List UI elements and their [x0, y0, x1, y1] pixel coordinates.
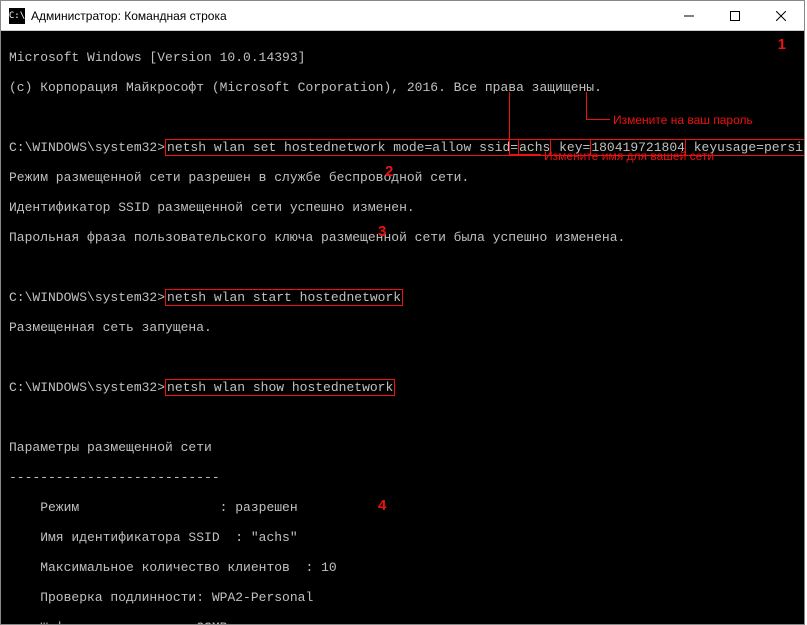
cmd3-highlight: netsh wlan show hostednetwork	[165, 379, 395, 396]
annotation-1: 1	[778, 37, 786, 52]
param-value: CCMP	[196, 620, 227, 624]
blank-line	[9, 350, 796, 365]
section-underline: ---------------------------	[9, 470, 796, 485]
connector-line	[509, 92, 510, 154]
param-value: разрешен	[235, 500, 297, 515]
blank-line	[9, 260, 796, 275]
cmd-line-2: C:\WINDOWS\system32>netsh wlan start hos…	[9, 290, 796, 305]
maximize-button[interactable]	[712, 1, 758, 30]
prompt: C:\WINDOWS\system32>	[9, 290, 165, 305]
param-row: Шифр: CCMP	[9, 620, 796, 624]
prompt: C:\WINDOWS\system32>	[9, 380, 165, 395]
annotation-4: 4	[378, 498, 386, 513]
prompt: C:\WINDOWS\system32>	[9, 140, 165, 155]
copyright-line: (c) Корпорация Майкрософт (Microsoft Cor…	[9, 80, 796, 95]
close-icon	[776, 11, 786, 21]
cmd-icon: C:\	[9, 8, 25, 24]
annotation-3: 3	[378, 224, 386, 239]
cmd-window: C:\ Администратор: Командная строка Micr…	[0, 0, 805, 625]
titlebar[interactable]: C:\ Администратор: Командная строка	[1, 1, 804, 31]
annotation-ssid-label: Измените имя для вашей сети	[544, 149, 714, 164]
blank-line	[9, 410, 796, 425]
section-header: Параметры размещенной сети	[9, 440, 796, 455]
maximize-icon	[730, 11, 740, 21]
param-row: Максимальное количество клиентов : 10	[9, 560, 796, 575]
connector-line	[586, 119, 610, 120]
connector-line	[586, 92, 587, 119]
terminal-output[interactable]: Microsoft Windows [Version 10.0.14393] (…	[1, 31, 804, 624]
param-value: WPA2-Personal	[212, 590, 313, 605]
annotation-2: 2	[385, 164, 393, 179]
header-line: Microsoft Windows [Version 10.0.14393]	[9, 50, 796, 65]
window-controls	[666, 1, 804, 30]
output-line: Идентификатор SSID размещенной сети успе…	[9, 200, 796, 215]
output-line: Режим размещенной сети разрешен в службе…	[9, 170, 796, 185]
minimize-button[interactable]	[666, 1, 712, 30]
close-button[interactable]	[758, 1, 804, 30]
param-row: Имя идентификатора SSID : "achs"	[9, 530, 796, 545]
cmd-line-3: C:\WINDOWS\system32>netsh wlan show host…	[9, 380, 796, 395]
minimize-icon	[684, 11, 694, 21]
param-row: Режим : разрешен	[9, 500, 796, 515]
param-value: 10	[321, 560, 337, 575]
window-title: Администратор: Командная строка	[31, 9, 666, 23]
connector-line	[509, 154, 541, 155]
param-value: "achs"	[251, 530, 298, 545]
output-line: Парольная фраза пользовательского ключа …	[9, 230, 796, 245]
param-row: Проверка подлинности: WPA2-Personal	[9, 590, 796, 605]
annotation-password-label: Измените на ваш пароль	[613, 113, 753, 128]
output-line: Размещенная сеть запущена.	[9, 320, 796, 335]
cmd2-highlight: netsh wlan start hostednetwork	[165, 289, 403, 306]
